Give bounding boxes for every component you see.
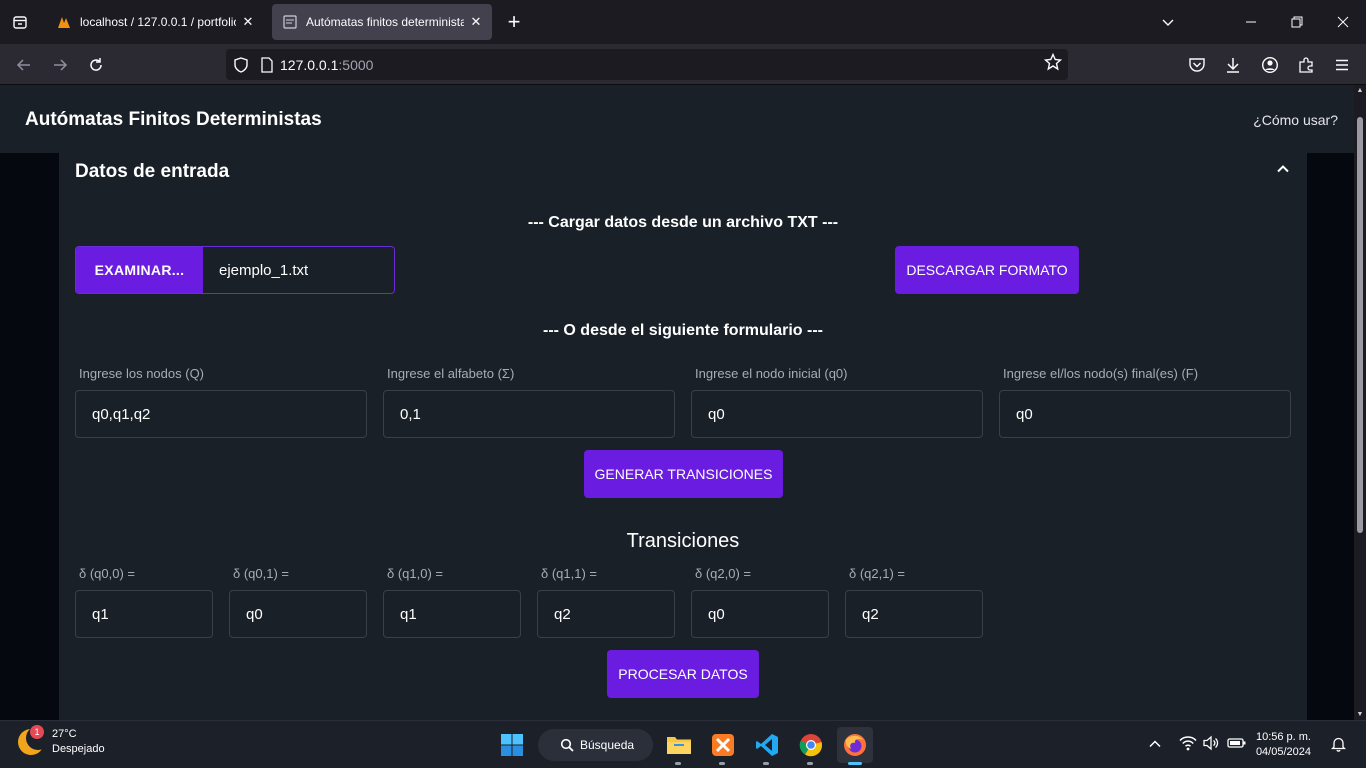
input-data-panel: Datos de entrada --- Cargar datos desde … [59,153,1307,720]
windows-start-icon[interactable] [494,727,530,763]
close-tab-icon[interactable]: ✕ [240,14,256,30]
nodes-input[interactable]: q0,q1,q2 [75,390,367,438]
firefox-icon[interactable] [837,727,873,765]
process-data-button[interactable]: PROCESAR DATOS [607,650,759,698]
panel-title: Datos de entrada [75,161,230,182]
url-host: 127.0.0.1 [280,56,339,73]
taskbar-search[interactable]: Búsqueda [538,729,653,761]
transitions-title: Transiciones [626,530,740,552]
windows-taskbar: 1 27°C Despejado Búsqueda 10:56 p. m. 04… [0,720,1366,768]
folder-icon[interactable] [661,727,697,765]
page-info-icon[interactable] [256,56,278,73]
notification-badge: 1 [30,725,44,739]
url-text: 127.0.0.1:5000 [280,57,373,73]
hamburger-menu-icon[interactable] [1329,52,1355,78]
initial-node-input[interactable]: q0 [691,390,983,438]
tab-title: Autómatas finitos deterministas [306,15,464,29]
search-icon [560,738,574,752]
battery-icon[interactable] [1227,735,1247,756]
chevron-up-icon[interactable] [1273,159,1293,179]
transition-input[interactable]: q2 [537,590,675,638]
help-link[interactable]: ¿Cómo usar? [1253,112,1338,128]
browser-nav-bar: 127.0.0.1:5000 [0,44,1366,85]
notification-bell-icon[interactable] [1330,736,1347,757]
downloads-icon[interactable] [1220,52,1246,78]
scroll-up-icon[interactable]: ▲ [1356,87,1364,94]
search-label: Búsqueda [580,738,635,752]
address-bar[interactable]: 127.0.0.1:5000 [226,49,1068,80]
chevron-down-icon[interactable] [1145,0,1191,44]
page-icon [282,14,298,30]
transition-input[interactable]: q0 [229,590,367,638]
scroll-down-icon[interactable]: ▼ [1356,711,1364,718]
minimize-icon[interactable] [1228,0,1274,44]
page-scrollbar[interactable]: ▲ ▼ [1354,85,1366,720]
tab-list-icon[interactable] [0,0,40,44]
tab-title: localhost / 127.0.0.1 / portfolio_ [80,15,236,29]
transition-label: δ (q0,0) = [79,566,136,581]
browser-tab-bar: localhost / 127.0.0.1 / portfolio_ ✕ Aut… [0,0,1366,44]
transition-input[interactable]: q1 [75,590,213,638]
close-window-icon[interactable] [1320,0,1366,44]
page-viewport: Autómatas Finitos Deterministas ¿Cómo us… [0,85,1354,720]
transition-input[interactable]: q1 [383,590,521,638]
vscode-icon[interactable] [749,727,785,765]
generate-transitions-button[interactable]: GENERAR TRANSICIONES [584,450,783,498]
final-nodes-label: Ingrese el/los nodo(s) final(es) (F) [1003,366,1199,381]
download-format-button[interactable]: DESCARGAR FORMATO [895,246,1079,294]
xampp-icon[interactable] [705,727,741,765]
load-file-heading: --- Cargar datos desde un archivo TXT --… [527,214,839,231]
initial-node-label: Ingrese el nodo inicial (q0) [695,366,848,381]
transition-input[interactable]: q0 [691,590,829,638]
shield-icon[interactable] [226,56,256,73]
transition-label: δ (q1,0) = [387,566,444,581]
clock-time: 10:56 p. m. [1255,731,1311,743]
transition-label: δ (q2,1) = [849,566,906,581]
transition-input[interactable]: q2 [845,590,983,638]
file-input[interactable]: EXAMINAR... ejemplo_1.txt [75,246,395,294]
account-icon[interactable] [1257,52,1283,78]
extensions-icon[interactable] [1293,52,1319,78]
chrome-icon[interactable] [793,727,829,765]
transition-label: δ (q1,1) = [541,566,598,581]
pocket-icon[interactable] [1184,52,1210,78]
browse-button[interactable]: EXAMINAR... [76,247,203,293]
volume-icon[interactable] [1202,735,1220,756]
scrollbar-thumb[interactable] [1357,117,1363,533]
phpmyadmin-icon [56,14,72,30]
tab-phpmyadmin[interactable]: localhost / 127.0.0.1 / portfolio_ ✕ [46,4,264,40]
new-tab-icon[interactable]: + [502,9,526,34]
alphabet-input[interactable]: 0,1 [383,390,675,438]
close-tab-icon[interactable]: ✕ [468,14,484,30]
restore-icon[interactable] [1274,0,1320,44]
nodes-label: Ingrese los nodos (Q) [79,366,205,381]
weather-temperature: 27°C [52,728,77,740]
url-port: :5000 [338,56,374,73]
app-header: Autómatas Finitos Deterministas ¿Cómo us… [0,85,1354,153]
forward-arrow-icon[interactable] [47,52,73,78]
bookmark-star-icon[interactable] [1043,52,1063,76]
reload-icon[interactable] [83,52,109,78]
transition-label: δ (q0,1) = [233,566,290,581]
file-name: ejemplo_1.txt [203,247,394,293]
transition-label: δ (q2,0) = [695,566,752,581]
weather-widget[interactable]: 1 27°C Despejado [18,725,105,757]
final-nodes-input[interactable]: q0 [999,390,1291,438]
form-heading: --- O desde el siguiente formulario --- [542,322,824,339]
weather-description: Despejado [52,743,105,755]
wifi-icon[interactable] [1179,735,1197,756]
chevron-up-icon[interactable] [1148,737,1162,756]
app-title: Autómatas Finitos Deterministas [25,109,322,130]
system-clock[interactable]: 10:56 p. m. 04/05/2024 [1256,730,1311,760]
clock-date: 04/05/2024 [1255,746,1311,758]
back-arrow-icon[interactable] [11,52,37,78]
alphabet-label: Ingrese el alfabeto (Σ) [387,366,515,381]
tab-automatas[interactable]: Autómatas finitos deterministas ✕ [272,4,492,40]
